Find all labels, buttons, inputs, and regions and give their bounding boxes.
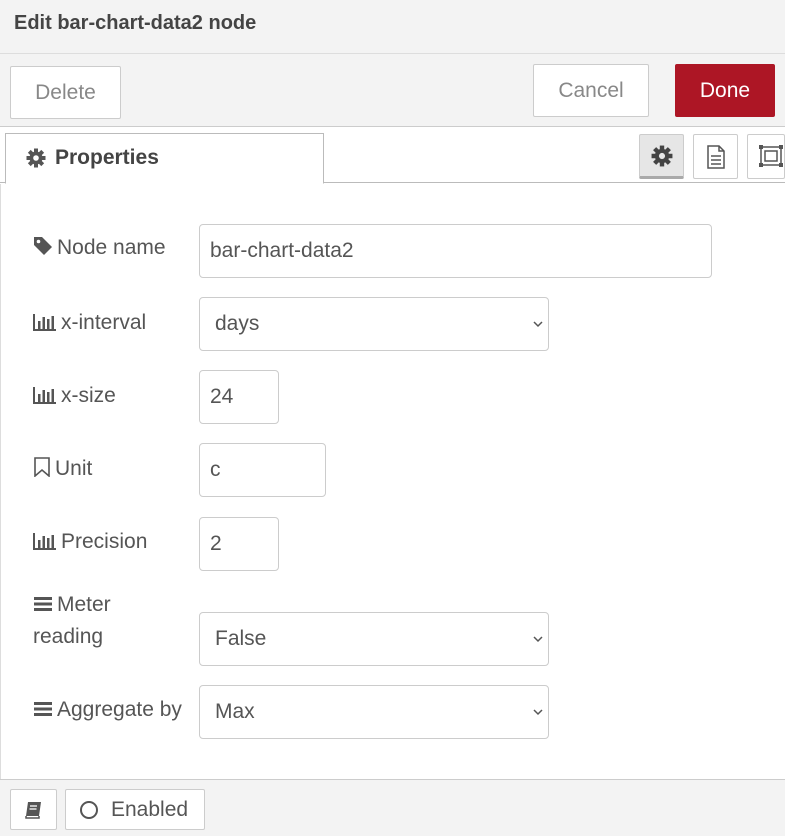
meter-reading-label: Meter reading [33, 593, 111, 648]
tag-icon [34, 237, 52, 255]
node-appearance-icon [759, 145, 783, 167]
tab-bar: Properties [0, 127, 785, 184]
appearance-tab-button[interactable] [747, 134, 785, 179]
aggregate-by-label: Aggregate by [33, 694, 182, 726]
unit-label: Unit [33, 453, 92, 485]
node-name-label: Node name [33, 232, 166, 264]
meter-reading-select[interactable]: False [199, 612, 549, 666]
precision-input[interactable]: 2 [199, 517, 279, 571]
description-tab-button[interactable] [693, 134, 738, 179]
tab-properties-label: Properties [55, 146, 159, 169]
chevron-down-icon [533, 709, 543, 716]
aggregate-by-select[interactable]: Max [199, 685, 549, 739]
dialog-title: Edit bar-chart-data2 node [14, 12, 257, 34]
enabled-toggle[interactable]: Enabled [65, 789, 205, 830]
node-name-input[interactable]: bar-chart-data2 [199, 224, 712, 278]
help-button[interactable] [10, 789, 57, 830]
dialog-footer: Enabled [0, 779, 785, 836]
x-size-input[interactable]: 24 [199, 370, 279, 424]
gear-icon [651, 145, 673, 167]
properties-panel: Node name bar-chart-data2 x-interval day… [0, 184, 785, 779]
bar-chart-icon [33, 387, 56, 404]
x-interval-select[interactable]: days [199, 297, 549, 351]
tab-properties[interactable]: Properties [5, 133, 324, 184]
chevron-down-icon [533, 636, 543, 643]
settings-tab-button[interactable] [639, 134, 684, 179]
gear-icon [26, 148, 46, 168]
cancel-button[interactable]: Cancel [533, 64, 649, 117]
delete-button[interactable]: Delete [10, 66, 121, 119]
enabled-label: Enabled [111, 798, 189, 821]
dialog-header: Edit bar-chart-data2 node [0, 0, 785, 54]
precision-label: Precision [33, 526, 147, 558]
bars-icon [34, 702, 52, 716]
document-icon [707, 145, 725, 169]
book-icon [25, 802, 41, 819]
toggle-circle-icon [80, 801, 98, 819]
bars-icon [34, 597, 52, 611]
bar-chart-icon [33, 314, 56, 331]
done-button[interactable]: Done [675, 64, 775, 117]
x-size-label: x-size [33, 380, 116, 412]
chevron-down-icon [533, 321, 543, 328]
x-interval-label: x-interval [33, 307, 146, 339]
bar-chart-icon [33, 533, 56, 550]
bookmark-icon [34, 457, 50, 478]
dialog-toolbar: Delete Cancel Done [0, 54, 785, 127]
unit-input[interactable]: c [199, 443, 326, 497]
